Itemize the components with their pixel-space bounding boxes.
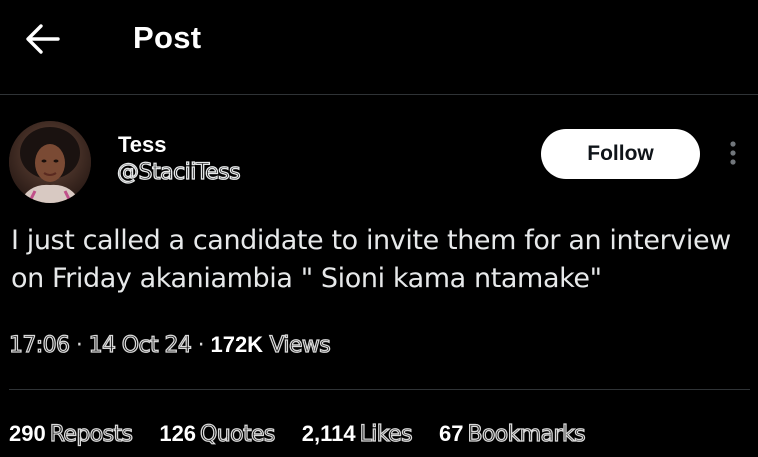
bookmarks-stat[interactable]: 67 Bookmarks [438,421,586,448]
page-title: Post [133,20,202,55]
top-bar: Post [0,0,758,95]
post-text: I just called a candidate to invite them… [11,222,751,298]
separator-dot: · [197,333,205,358]
profile-photo [9,121,91,203]
quotes-label: Quotes [199,421,276,447]
quotes-stat[interactable]: 126 Quotes [159,421,276,448]
views-count: 172K [210,332,264,357]
post-text-line: on Friday akaniambia " Sioni kama ntamak… [11,263,602,294]
reposts-stat[interactable]: 290 Reposts [9,421,134,448]
author-name[interactable]: Tess [118,132,167,158]
post-date[interactable]: 14 Oct 24 [88,332,193,358]
bookmarks-label: Bookmarks [467,421,586,447]
post-text-line: I just called a candidate to invite them… [11,225,731,256]
arrow-left-icon [26,24,60,54]
more-vertical-icon [730,141,736,165]
views-label: Views [269,332,332,358]
reposts-label: Reposts [49,421,134,447]
likes-count: 2,114 [301,421,356,446]
bookmarks-count: 67 [438,421,464,446]
post-meta: 17:06 · 14 Oct 24 · 172K Views [8,332,332,359]
engagement-stats: 290 Reposts 126 Quotes 2,114 Likes 67 Bookma… [9,421,612,448]
separator-dot: · [75,333,83,358]
avatar[interactable] [9,121,91,203]
likes-stat[interactable]: 2,114 Likes [301,421,413,448]
follow-button[interactable]: Follow [541,129,700,179]
post-time[interactable]: 17:06 [8,332,70,358]
reposts-count: 290 [9,421,46,446]
more-options-button[interactable] [724,138,742,170]
quotes-count: 126 [159,421,197,446]
back-button[interactable] [22,20,62,60]
author-handle[interactable]: @StaciiTess [116,159,241,185]
divider [9,389,750,390]
likes-label: Likes [359,421,413,447]
